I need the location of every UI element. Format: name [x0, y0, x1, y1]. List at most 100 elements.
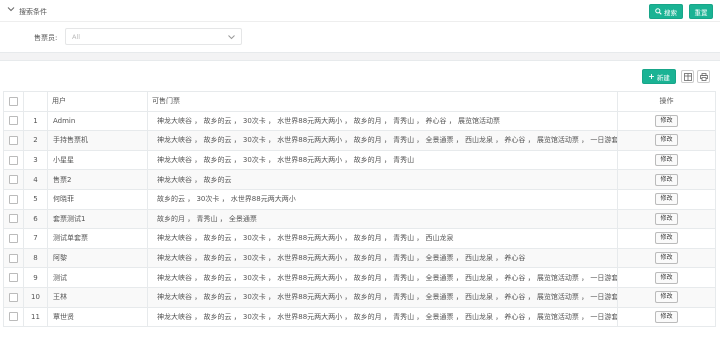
search-icon [655, 8, 662, 15]
row-action-cell: 修改 [617, 247, 716, 269]
edit-button[interactable]: 修改 [655, 114, 678, 127]
seller-select[interactable]: All [65, 28, 242, 45]
row-number: 3 [23, 149, 48, 171]
row-select-cell [3, 110, 24, 132]
select-all-cell [3, 91, 24, 112]
row-action-cell: 修改 [617, 306, 716, 328]
row-checkbox[interactable] [9, 214, 18, 224]
row-checkbox[interactable] [9, 273, 18, 283]
row-tickets: 故乡的月 ， 青秀山 ， 全景通票 [147, 208, 618, 230]
edit-button[interactable]: 修改 [655, 232, 678, 245]
row-tickets: 神龙大峡谷 ， 故乡的云 ， 30次卡 ， 水世界88元两大两小 ， 故乡的月 … [147, 149, 618, 171]
edit-button[interactable]: 修改 [655, 291, 678, 304]
row-checkbox[interactable] [9, 312, 18, 322]
row-checkbox[interactable] [9, 116, 18, 126]
columns-icon [683, 72, 692, 81]
row-select-cell [3, 286, 24, 308]
table-row[interactable]: 5 何晓菲 故乡的云 ， 30次卡 ， 水世界88元两大两小 修改 [3, 188, 716, 210]
seller-select-placeholder: All [72, 33, 81, 41]
row-checkbox[interactable] [9, 253, 18, 263]
row-user: 套票测试1 [47, 208, 148, 230]
select-all-checkbox[interactable] [9, 96, 18, 106]
seller-label: 售票员: [34, 34, 58, 42]
edit-button[interactable]: 修改 [655, 134, 678, 147]
chevron-down-icon[interactable] [7, 5, 15, 13]
edit-button[interactable]: 修改 [655, 173, 678, 186]
row-tickets: 神龙大峡谷 ， 故乡的云 ， 30次卡 ， 水世界88元两大两小 ， 故乡的月 … [147, 110, 618, 132]
table-row[interactable]: 8 阿黎 神龙大峡谷 ， 故乡的云 ， 30次卡 ， 水世界88元两大两小 ， … [3, 247, 716, 269]
edit-button[interactable]: 修改 [655, 193, 678, 206]
row-tickets: 神龙大峡谷 ， 故乡的云 ， 30次卡 ， 水世界88元两大两小 ， 故乡的月 … [147, 228, 618, 249]
table-header-row: 用户 可售门票 操作 [3, 91, 716, 112]
row-select-cell [3, 306, 24, 328]
search-panel: 搜索条件 搜索 重置 售票员: All [0, 0, 720, 53]
row-number: 6 [23, 208, 48, 230]
new-button[interactable]: + 新建 [642, 69, 676, 84]
edit-button[interactable]: 修改 [655, 212, 678, 225]
table-row[interactable]: 2 手持售票机 神龙大峡谷 ， 故乡的云 ， 30次卡 ， 水世界88元两大两小… [3, 130, 716, 151]
row-user: 覃世贤 [47, 306, 148, 328]
table-row[interactable]: 3 小星星 神龙大峡谷 ， 故乡的云 ， 30次卡 ， 水世界88元两大两小 ，… [3, 149, 716, 171]
row-tickets: 神龙大峡谷 ， 故乡的云 [147, 169, 618, 190]
print-button[interactable] [697, 70, 710, 83]
row-action-cell: 修改 [617, 208, 716, 230]
row-action-cell: 修改 [617, 149, 716, 171]
search-panel-header[interactable]: 搜索条件 搜索 重置 [0, 0, 720, 22]
row-checkbox[interactable] [9, 175, 18, 185]
row-select-cell [3, 130, 24, 151]
table-row[interactable]: 6 套票测试1 故乡的月 ， 青秀山 ， 全景通票 修改 [3, 208, 716, 230]
row-select-cell [3, 169, 24, 190]
row-checkbox[interactable] [9, 194, 18, 204]
row-user: Admin [47, 110, 148, 132]
row-action-cell: 修改 [617, 169, 716, 190]
edit-button[interactable]: 修改 [655, 310, 678, 323]
search-button[interactable]: 搜索 [649, 4, 683, 19]
row-number: 1 [23, 110, 48, 132]
row-select-cell [3, 208, 24, 230]
row-user: 测试单套票 [47, 228, 148, 249]
table-row[interactable]: 7 测试单套票 神龙大峡谷 ， 故乡的云 ， 30次卡 ， 水世界88元两大两小… [3, 228, 716, 249]
new-button-label: 新建 [656, 73, 670, 82]
row-user: 王林 [47, 286, 148, 308]
print-icon [699, 72, 708, 81]
row-action-cell: 修改 [617, 228, 716, 249]
row-checkbox[interactable] [9, 135, 18, 145]
edit-button[interactable]: 修改 [655, 252, 678, 265]
row-select-cell [3, 267, 24, 288]
row-tickets: 故乡的云 ， 30次卡 ， 水世界88元两大两小 [147, 188, 618, 210]
edit-button[interactable]: 修改 [655, 154, 678, 167]
row-tickets: 神龙大峡谷 ， 故乡的云 ， 30次卡 ， 水世界88元两大两小 ， 故乡的月 … [147, 286, 618, 308]
row-user: 手持售票机 [47, 130, 148, 151]
plus-icon: + [648, 71, 655, 81]
row-action-cell: 修改 [617, 188, 716, 210]
header-user[interactable]: 用户 [47, 91, 148, 112]
users-table: 用户 可售门票 操作 1 Admin 神龙大峡谷 ， 故乡的云 ， 30次卡 ，… [3, 91, 716, 328]
header-action: 操作 [617, 91, 716, 112]
caret-down-icon [228, 35, 235, 40]
header-tickets[interactable]: 可售门票 [147, 91, 618, 112]
row-select-cell [3, 188, 24, 210]
row-number: 11 [23, 306, 48, 328]
table-row[interactable]: 11 覃世贤 神龙大峡谷 ， 故乡的云 ， 30次卡 ， 水世界88元两大两小 … [3, 306, 716, 328]
row-user: 测试 [47, 267, 148, 288]
table-row[interactable]: 1 Admin 神龙大峡谷 ， 故乡的云 ， 30次卡 ， 水世界88元两大两小… [3, 110, 716, 132]
table-row[interactable]: 9 测试 神龙大峡谷 ， 故乡的云 ， 30次卡 ， 水世界88元两大两小 ， … [3, 267, 716, 288]
search-button-label: 搜索 [664, 8, 677, 17]
table-row[interactable]: 10 王林 神龙大峡谷 ， 故乡的云 ， 30次卡 ， 水世界88元两大两小 ，… [3, 286, 716, 308]
table-row[interactable]: 4 售票2 神龙大峡谷 ， 故乡的云 修改 [3, 169, 716, 190]
row-action-cell: 修改 [617, 110, 716, 132]
columns-button[interactable] [681, 70, 694, 83]
row-checkbox[interactable] [9, 292, 18, 302]
row-number: 4 [23, 169, 48, 190]
row-number: 7 [23, 228, 48, 249]
row-action-cell: 修改 [617, 267, 716, 288]
row-checkbox[interactable] [9, 155, 18, 165]
row-user: 何晓菲 [47, 188, 148, 210]
row-number: 2 [23, 130, 48, 151]
row-select-cell [3, 228, 24, 249]
row-checkbox[interactable] [9, 233, 18, 243]
row-tickets: 神龙大峡谷 ， 故乡的云 ， 30次卡 ， 水世界88元两大两小 ， 故乡的月 … [147, 306, 618, 328]
row-user: 小星星 [47, 149, 148, 171]
edit-button[interactable]: 修改 [655, 271, 678, 284]
reset-button[interactable]: 重置 [689, 4, 713, 19]
